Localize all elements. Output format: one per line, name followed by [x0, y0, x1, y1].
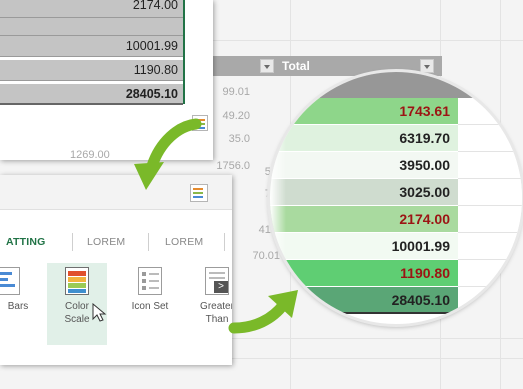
color-scale-tile[interactable]: Color Scale [47, 263, 107, 345]
empty-cell [458, 287, 522, 314]
table-cell[interactable]: 28405.10 [0, 84, 183, 105]
mouse-cursor-icon [92, 303, 107, 322]
magnified-cell[interactable]: 3025.00 [270, 179, 458, 206]
data-bars-tile[interactable]: Bars [0, 263, 38, 345]
selection-border [183, 0, 185, 104]
quick-analysis-panel: ATTING LOREM LOREM Bars Color Scale Icon… [0, 175, 232, 365]
magnified-cell[interactable]: 6319.70 [270, 125, 458, 152]
magnified-cell[interactable]: 28405.10 [270, 287, 458, 314]
empty-cell [458, 152, 522, 179]
magnified-cell[interactable]: 10001.99 [270, 233, 458, 260]
color-scale-icon [65, 267, 89, 295]
greater-than-tile[interactable]: > Greater Than [187, 263, 232, 345]
tile-label: Greater Than [200, 301, 232, 325]
tab-formatting[interactable]: ATTING [6, 236, 46, 248]
filter-dropdown-button[interactable] [420, 59, 434, 73]
icon-set-tile[interactable]: Icon Set [120, 263, 180, 345]
header-total-label: Total [282, 59, 310, 73]
table-cell[interactable]: 2174.00 [0, 0, 183, 18]
background-cell: 1269.00 [70, 149, 110, 160]
tab-lorem[interactable]: LOREM [87, 236, 125, 248]
tile-label: Bars [7, 301, 29, 312]
magnified-cell[interactable]: 3950.00 [270, 152, 458, 179]
magnified-cell[interactable]: 1190.80 [270, 260, 458, 287]
tab-lorem[interactable]: LOREM [165, 236, 203, 248]
empty-cell [458, 260, 522, 287]
table-cell[interactable]: 1190.80 [0, 60, 183, 81]
magnifier-edge [270, 98, 286, 314]
magnified-cell[interactable]: 2174.00 [270, 206, 458, 233]
magnified-table-view: 1743.61 6319.70 3950.00 3025.00 2174.00 … [270, 72, 522, 324]
curved-arrow-icon [134, 118, 202, 190]
icon-set-icon [138, 267, 162, 295]
table-cell[interactable]: 10001.99 [0, 36, 183, 57]
tile-label: Icon Set [131, 301, 169, 312]
filter-dropdown-button[interactable] [475, 78, 489, 92]
empty-cell [458, 125, 522, 152]
tab-divider [148, 233, 149, 251]
magnified-cell[interactable]: 1743.61 [270, 98, 458, 125]
empty-cell [458, 179, 522, 206]
tab-divider [224, 233, 225, 251]
data-bars-icon [0, 267, 20, 295]
filter-dropdown-button[interactable] [260, 59, 274, 73]
empty-cell [458, 233, 522, 260]
tab-divider [72, 233, 73, 251]
greater-than-icon: > [205, 267, 229, 295]
empty-cell [458, 98, 522, 125]
table-cell[interactable] [0, 18, 183, 36]
empty-cell [458, 206, 522, 233]
divider [0, 209, 232, 210]
